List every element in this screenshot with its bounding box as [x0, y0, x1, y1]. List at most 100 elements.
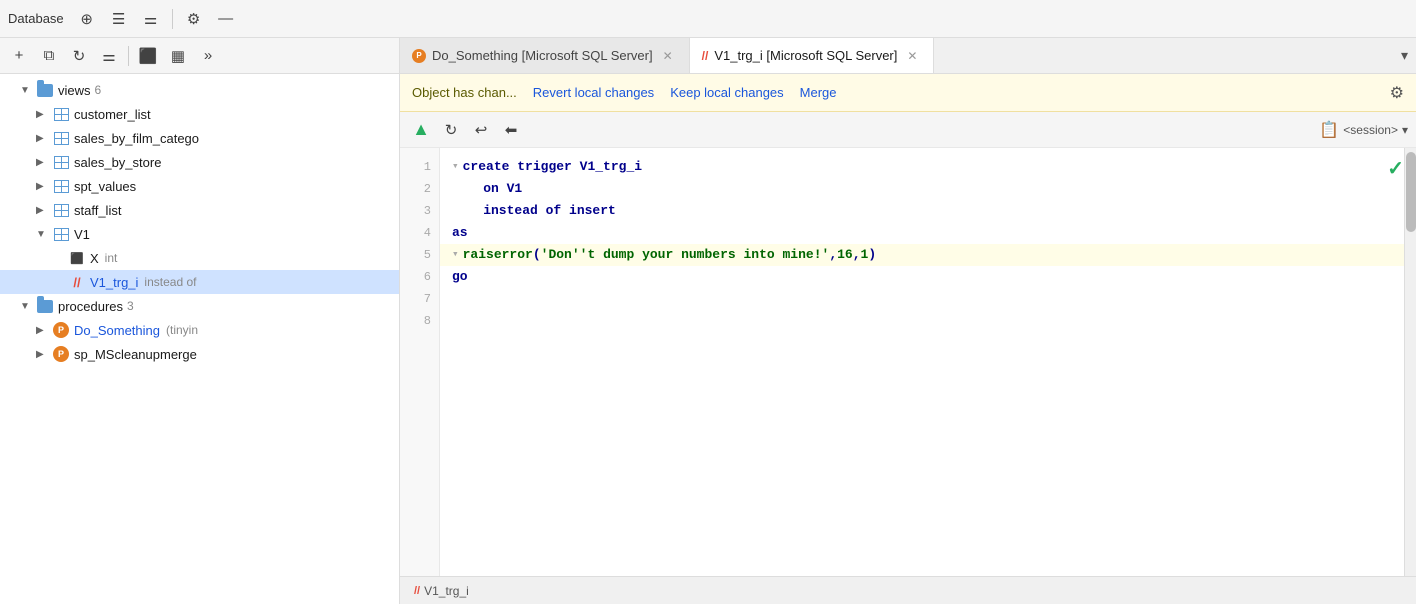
settings-button[interactable]: ⚙: [181, 6, 207, 32]
refresh-button[interactable]: ↻: [66, 43, 92, 69]
kw-create-trigger: create trigger: [463, 156, 572, 178]
refresh-editor-button[interactable]: ↻: [438, 117, 464, 143]
line-num-8: 8: [400, 310, 439, 332]
notification-settings-icon[interactable]: ⚙: [1390, 83, 1404, 103]
code-v1-trg-i: V1_trg_i: [572, 156, 642, 178]
line-num-4: 4: [400, 222, 439, 244]
sidebar-item-spt-values[interactable]: ▶ spt_values: [0, 174, 399, 198]
tab-proc-icon-do-something: P: [412, 49, 426, 63]
sidebar-item-v1-trg-i[interactable]: // V1_trg_i instead of: [0, 270, 399, 294]
arrow-sp-ms: ▶: [36, 349, 52, 360]
right-scrollbar[interactable]: [1404, 148, 1416, 576]
code-line-7: [440, 288, 1416, 310]
format2-button[interactable]: ⚌: [138, 6, 164, 32]
scrollbar-thumb[interactable]: [1406, 152, 1416, 232]
sidebar-toolbar: + ⧉ ↻ ⚌ ⬛ ▦ »: [0, 38, 399, 74]
kw-go: go: [452, 266, 468, 288]
keep-local-changes-button[interactable]: Keep local changes: [670, 85, 783, 100]
folder-icon-procedures: [36, 297, 54, 315]
meta-do-something: (tinyin: [166, 323, 198, 337]
sidebar-item-x-column[interactable]: ⬛ X int: [0, 246, 399, 270]
session-selector[interactable]: 📋 <session> ▾: [1319, 120, 1408, 140]
line-num-2: 2: [400, 178, 439, 200]
label-v1-trg-i: V1_trg_i: [90, 275, 138, 290]
label-x: X: [90, 251, 99, 266]
label-staff-list: staff_list: [74, 203, 121, 218]
add-button[interactable]: ⊕: [74, 6, 100, 32]
kw-instead: instead of insert: [452, 200, 616, 222]
tab-close-do-something[interactable]: ✕: [659, 47, 677, 65]
meta-x: int: [105, 251, 118, 265]
label-sales-store: sales_by_store: [74, 155, 161, 170]
tab-do-something[interactable]: P Do_Something [Microsoft SQL Server] ✕: [400, 38, 690, 74]
code-num1: 16: [837, 244, 853, 266]
fold-icon-5[interactable]: ▾: [452, 244, 459, 266]
code-line-6: go: [440, 266, 1416, 288]
separator: [172, 9, 173, 29]
label-do-something: Do_Something: [74, 323, 160, 338]
arrow-sales-store: ▶: [36, 157, 52, 168]
code-line-2: on V1: [440, 178, 1416, 200]
more-button[interactable]: »: [195, 43, 221, 69]
arrow-customer-list: ▶: [36, 109, 52, 120]
sidebar-item-procedures[interactable]: ▼ procedures 3: [0, 294, 399, 318]
line-num-5: 5: [400, 244, 439, 266]
trigger-icon-v1-trg-i: //: [68, 273, 86, 291]
notification-bar: Object has chan... Revert local changes …: [400, 74, 1416, 112]
tab-close-v1-trg-i[interactable]: ✕: [903, 47, 921, 65]
tab-trigger-icon: //: [702, 49, 709, 63]
sidebar-item-customer-list[interactable]: ▶ customer_list: [0, 102, 399, 126]
fold-icon-1[interactable]: ▾: [452, 156, 459, 178]
notification-text: Object has chan...: [412, 85, 517, 100]
sidebar-item-staff-list[interactable]: ▶ staff_list: [0, 198, 399, 222]
arrow-staff-list: ▶: [36, 205, 52, 216]
code-comma2: ,: [853, 244, 861, 266]
arrow-procedures: ▼: [20, 301, 36, 312]
code-paren2: ): [868, 244, 876, 266]
table-button[interactable]: ▦: [165, 43, 191, 69]
add-item-button[interactable]: +: [6, 43, 32, 69]
tab-v1-trg-i[interactable]: // V1_trg_i [Microsoft SQL Server] ✕: [690, 38, 935, 74]
session-label: <session>: [1343, 123, 1398, 137]
session-icon: 📋: [1319, 120, 1339, 140]
sidebar-item-sales-film[interactable]: ▶ sales_by_film_catego: [0, 126, 399, 150]
view-button[interactable]: ⬛: [135, 43, 161, 69]
column-icon-x: ⬛: [68, 249, 86, 267]
merge-button[interactable]: Merge: [800, 85, 837, 100]
meta-v1-trg-i: instead of: [144, 275, 196, 289]
navigate-back-button[interactable]: ⬅: [498, 117, 524, 143]
sidebar: + ⧉ ↻ ⚌ ⬛ ▦ » ▼ views 6 ▶ customer_list: [0, 38, 400, 604]
view-icon-staff-list: [52, 201, 70, 219]
sidebar-item-sp-mscleanup[interactable]: ▶ P sp_MScleanupmerge: [0, 342, 399, 366]
code-line-5: ▾raiserror('Don''t dump your numbers int…: [440, 244, 1416, 266]
format-button[interactable]: ☰: [106, 6, 132, 32]
revert-local-changes-button[interactable]: Revert local changes: [533, 85, 654, 100]
copy-button[interactable]: ⧉: [36, 43, 62, 69]
undo-button[interactable]: ↩: [468, 117, 494, 143]
main-area: + ⧉ ↻ ⚌ ⬛ ▦ » ▼ views 6 ▶ customer_list: [0, 38, 1416, 604]
filter-button[interactable]: ⚌: [96, 43, 122, 69]
sidebar-item-v1[interactable]: ▼ V1: [0, 222, 399, 246]
view-icon-customer-list: [52, 105, 70, 123]
minimize-button[interactable]: —: [213, 6, 239, 32]
line-num-7: 7: [400, 288, 439, 310]
badge-procedures: 3: [127, 299, 134, 313]
code-content[interactable]: ▾create trigger V1_trg_i on V1 instead o…: [440, 148, 1416, 576]
sidebar-tree: ▼ views 6 ▶ customer_list ▶ sales_by_fil…: [0, 74, 399, 604]
arrow-do-something: ▶: [36, 325, 52, 336]
run-button[interactable]: ▲: [408, 117, 434, 143]
code-line-4: as: [440, 222, 1416, 244]
view-icon-spt-values: [52, 177, 70, 195]
tab-label-v1-trg-i: V1_trg_i [Microsoft SQL Server]: [714, 48, 897, 63]
label-sp-ms: sp_MScleanupmerge: [74, 347, 197, 362]
code-str: 'Don''t dump your numbers into mine!': [541, 244, 830, 266]
tabs-chevron[interactable]: ▾: [1393, 47, 1416, 64]
sidebar-item-do-something[interactable]: ▶ P Do_Something (tinyin: [0, 318, 399, 342]
view-icon-sales-store: [52, 153, 70, 171]
sidebar-item-sales-store[interactable]: ▶ sales_by_store: [0, 150, 399, 174]
sidebar-item-views[interactable]: ▼ views 6: [0, 78, 399, 102]
bottom-tab-bar: // V1_trg_i: [400, 576, 1416, 604]
line-num-3: 3: [400, 200, 439, 222]
right-panel: P Do_Something [Microsoft SQL Server] ✕ …: [400, 38, 1416, 604]
bottom-tab-v1-trg-i[interactable]: // V1_trg_i: [408, 582, 475, 600]
